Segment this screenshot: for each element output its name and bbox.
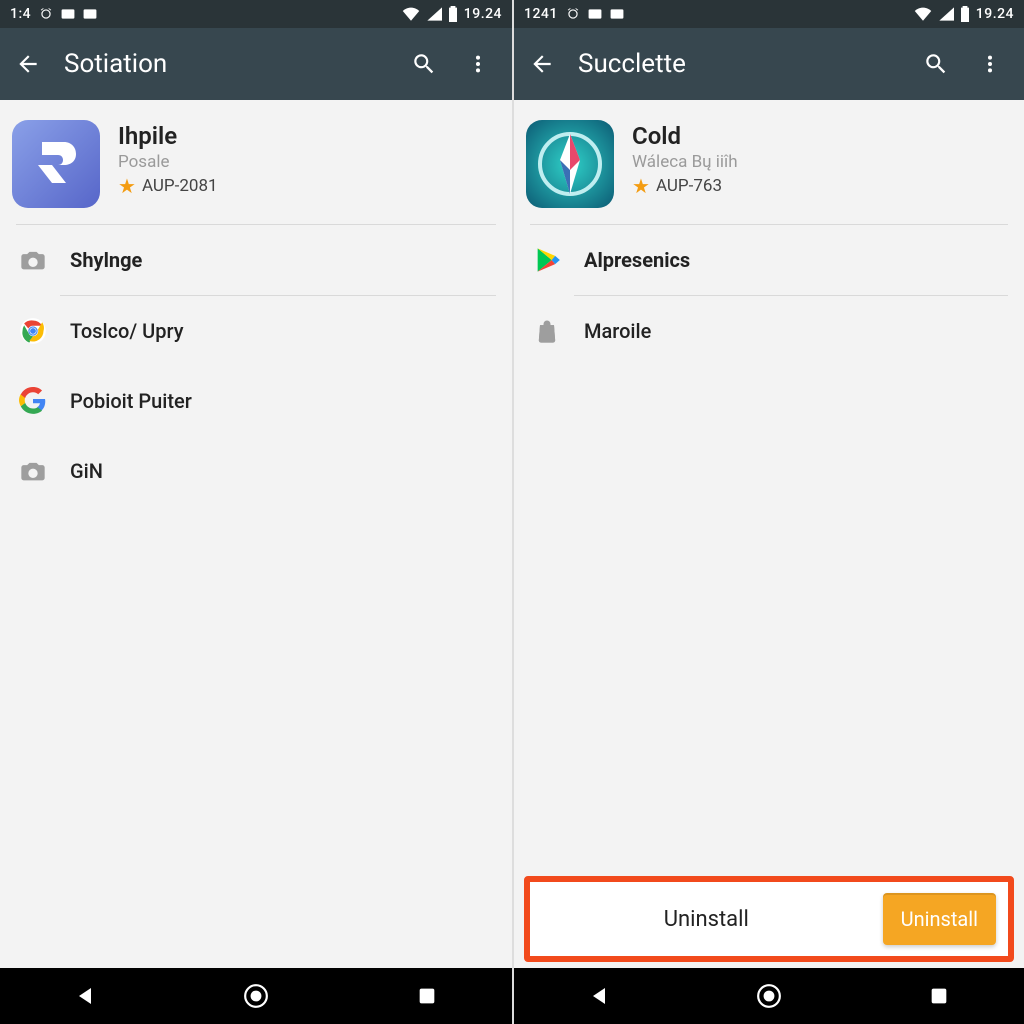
app-code: AUP-763 (656, 176, 722, 196)
list-item-label: Pobioit Puiter (70, 389, 192, 413)
overflow-button[interactable] (462, 48, 494, 80)
list-item[interactable]: Toslco/ Upry (0, 296, 512, 366)
search-button[interactable] (408, 48, 440, 80)
wifi-icon (914, 7, 932, 21)
app-icon (526, 120, 614, 208)
app-header[interactable]: Cold Wáleca Bų iiîh ★ AUP-763 (514, 100, 1024, 224)
back-button[interactable] (526, 48, 558, 80)
list-item[interactable]: Shylnge (0, 225, 512, 295)
nav-bar (514, 968, 1024, 1024)
signal-icon (426, 7, 442, 21)
app-code: AUP-2081 (142, 176, 218, 196)
list-item[interactable]: Alpresenics (514, 225, 1024, 295)
nav-recent-button[interactable] (915, 972, 963, 1020)
battery-icon (448, 6, 458, 22)
list-item-label: GiN (70, 459, 103, 483)
camera2-icon (18, 456, 48, 486)
list-item-label: Toslco/ Upry (70, 319, 184, 343)
signal-icon (938, 7, 954, 21)
uninstall-bar: Uninstall Uninstall (524, 876, 1014, 962)
app-subtitle: Posale (118, 152, 218, 172)
card-icon (61, 8, 75, 20)
app-bar: Succlette (514, 28, 1024, 100)
page-title: Sotiation (64, 49, 167, 79)
play-store-icon (532, 245, 562, 275)
app-icon (12, 120, 100, 208)
uninstall-label: Uninstall (530, 907, 883, 932)
nav-back-button[interactable] (61, 972, 109, 1020)
status-time-right: 19.24 (464, 6, 502, 22)
status-bar: 1241 19.24 (514, 0, 1024, 28)
phone-left: 1:4 19.24 Sotiation (0, 0, 512, 1024)
star-icon: ★ (632, 176, 650, 196)
battery-icon (960, 6, 970, 22)
app-header[interactable]: Ihpile Posale ★ AUP-2081 (0, 100, 512, 224)
nav-recent-button[interactable] (403, 972, 451, 1020)
card2-icon (610, 8, 624, 20)
list-item-label: Maroile (584, 319, 651, 343)
app-bar: Sotiation (0, 28, 512, 100)
content-area: Cold Wáleca Bų iiîh ★ AUP-763 Alpresenic… (514, 100, 1024, 968)
nav-home-button[interactable] (232, 972, 280, 1020)
status-time-left: 1241 (524, 6, 558, 22)
back-button[interactable] (12, 48, 44, 80)
page-title: Succlette (578, 49, 686, 79)
list-item[interactable]: Pobioit Puiter (0, 366, 512, 436)
phone-right: 1241 19.24 Succlette (512, 0, 1024, 1024)
card-icon (588, 8, 602, 20)
alarm-icon (566, 7, 580, 21)
nav-back-button[interactable] (575, 972, 623, 1020)
status-time-left: 1:4 (10, 6, 31, 22)
uninstall-button[interactable]: Uninstall (883, 893, 996, 945)
alarm-icon (39, 7, 53, 21)
list-item-label: Shylnge (70, 248, 142, 272)
search-button[interactable] (920, 48, 952, 80)
nav-bar (0, 968, 512, 1024)
nav-home-button[interactable] (745, 972, 793, 1020)
list-item[interactable]: Maroile (514, 296, 1024, 366)
list-item[interactable]: GiN (0, 436, 512, 506)
wifi-icon (402, 7, 420, 21)
shopping-bag-icon (532, 316, 562, 346)
card2-icon (83, 8, 97, 20)
chrome-icon (18, 316, 48, 346)
google-icon (18, 386, 48, 416)
app-name: Ihpile (118, 122, 218, 150)
camera-icon (18, 245, 48, 275)
overflow-button[interactable] (974, 48, 1006, 80)
status-bar: 1:4 19.24 (0, 0, 512, 28)
app-name: Cold (632, 122, 738, 150)
content-area: Ihpile Posale ★ AUP-2081 Shylnge (0, 100, 512, 968)
app-subtitle: Wáleca Bų iiîh (632, 152, 738, 172)
list-item-label: Alpresenics (584, 248, 690, 272)
status-time-right: 19.24 (976, 6, 1014, 22)
star-icon: ★ (118, 176, 136, 196)
